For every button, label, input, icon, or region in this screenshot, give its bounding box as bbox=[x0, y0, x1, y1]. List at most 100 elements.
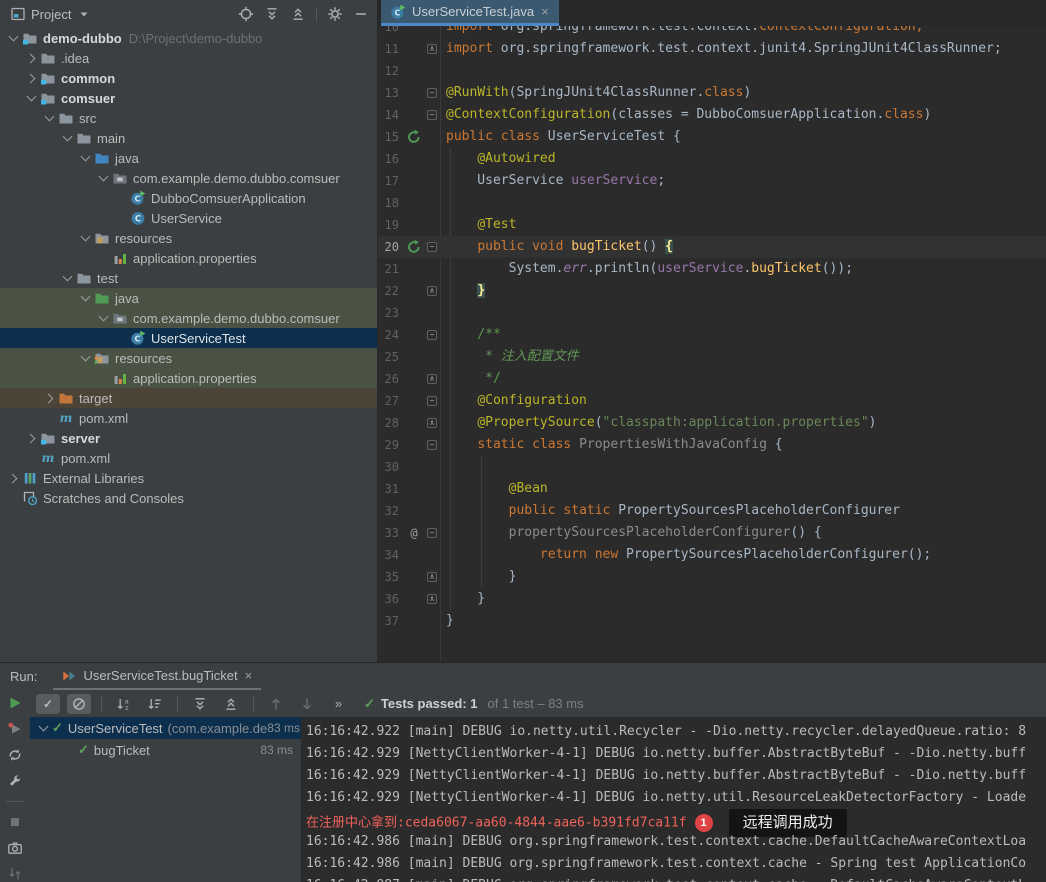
code-line-16[interactable]: 16 @Autowired bbox=[378, 148, 1046, 170]
fold-start-icon[interactable]: − bbox=[427, 88, 437, 98]
chevron-down-icon[interactable] bbox=[78, 350, 94, 366]
console-line[interactable]: 16:16:42.986 [main] DEBUG org.springfram… bbox=[306, 853, 1046, 875]
tree-item-pom-xml[interactable]: mpom.xml bbox=[0, 408, 377, 428]
tree-item-src[interactable]: src bbox=[0, 108, 377, 128]
code-line-13[interactable]: 13 − @RunWith(SpringJUnit4ClassRunner.cl… bbox=[378, 82, 1046, 104]
close-icon[interactable]: × bbox=[540, 4, 550, 19]
next-failed-test-button[interactable] bbox=[295, 694, 319, 714]
run-test-icon[interactable] bbox=[406, 129, 422, 145]
tree-item-java[interactable]: java bbox=[0, 148, 377, 168]
tree-item-application-properties[interactable]: application.properties bbox=[0, 368, 377, 388]
import-test-results-button[interactable] bbox=[7, 866, 23, 882]
code-line-34[interactable]: 34 return new PropertySourcesPlaceholder… bbox=[378, 544, 1046, 566]
code-line-32[interactable]: 32 public static PropertySourcesPlacehol… bbox=[378, 500, 1046, 522]
code-line-37[interactable]: 37 } bbox=[378, 610, 1046, 632]
code-line-14[interactable]: 14 − @ContextConfiguration(classes = Dub… bbox=[378, 104, 1046, 126]
code-line-30[interactable]: 30 bbox=[378, 456, 1046, 478]
chevron-down-icon[interactable] bbox=[96, 170, 112, 186]
chevron-right-icon[interactable] bbox=[6, 470, 22, 486]
expand-all-button[interactable] bbox=[264, 6, 280, 22]
code-line-15[interactable]: 15 public class UserServiceTest { bbox=[378, 126, 1046, 148]
console-line[interactable]: 16:16:42.929 [NettyClientWorker-4-1] DEB… bbox=[306, 787, 1046, 809]
fold-end-icon[interactable]: ∧ bbox=[427, 286, 437, 296]
dropdown-arrow-icon[interactable] bbox=[76, 6, 92, 22]
notification-badge[interactable]: 1 bbox=[695, 814, 713, 832]
code-line-24[interactable]: 24 − /** bbox=[378, 324, 1046, 346]
code-line-18[interactable]: 18 bbox=[378, 192, 1046, 214]
code-line-36[interactable]: 36 ∧ } bbox=[378, 588, 1046, 610]
tree-item-resources[interactable]: resources bbox=[0, 228, 377, 248]
console-line[interactable]: 16:16:42.922 [main] DEBUG io.netty.util.… bbox=[306, 721, 1046, 743]
code-line-29[interactable]: 29 − static class PropertiesWithJavaConf… bbox=[378, 434, 1046, 456]
chevron-right-icon[interactable] bbox=[24, 430, 40, 446]
tree-item-main[interactable]: main bbox=[0, 128, 377, 148]
close-icon[interactable]: × bbox=[244, 668, 254, 683]
tree-item-scratches-and-consoles[interactable]: Scratches and Consoles bbox=[0, 488, 377, 508]
console-line[interactable]: 16:16:42.929 [NettyClientWorker-4-1] DEB… bbox=[306, 765, 1046, 787]
camera-button[interactable] bbox=[7, 840, 23, 856]
code-line-17[interactable]: 17 UserService userService; bbox=[378, 170, 1046, 192]
tree-item-demo-dubbo[interactable]: demo-dubboD:\Project\demo-dubbo bbox=[0, 28, 377, 48]
tree-item-comsuer[interactable]: comsuer bbox=[0, 88, 377, 108]
code-line-11[interactable]: 11 ∧ import org.springframework.test.con… bbox=[378, 38, 1046, 60]
fold-end-icon[interactable]: ∧ bbox=[427, 594, 437, 604]
rerun-failed-tests-button[interactable] bbox=[7, 721, 23, 737]
console-line[interactable]: 16:16:42.986 [main] DEBUG org.springfram… bbox=[306, 831, 1046, 853]
code-line-33[interactable]: 33 @ − propertySourcesPlaceholderConfigu… bbox=[378, 522, 1046, 544]
tree-item-idea[interactable]: .idea bbox=[0, 48, 377, 68]
fold-end-icon[interactable]: ∧ bbox=[427, 572, 437, 582]
project-panel-title[interactable]: Project bbox=[31, 7, 71, 22]
stop-button[interactable] bbox=[7, 814, 23, 830]
fold-start-icon[interactable]: − bbox=[427, 242, 437, 252]
sort-by-duration-button[interactable] bbox=[143, 694, 167, 714]
collapse-all-button[interactable] bbox=[290, 6, 306, 22]
editor-tab[interactable]: C UserServiceTest.java × bbox=[381, 0, 559, 26]
chevron-down-icon[interactable] bbox=[60, 270, 76, 286]
previous-failed-test-button[interactable] bbox=[264, 694, 288, 714]
tree-item-userservice[interactable]: CUserService bbox=[0, 208, 377, 228]
sort-alphabetically-button[interactable]: az bbox=[112, 694, 136, 714]
chevron-down-icon[interactable] bbox=[78, 150, 94, 166]
tree-item-com-example-demo-dubbo-comsuer[interactable]: com.example.demo.dubbo.comsuer bbox=[0, 168, 377, 188]
tree-item-server[interactable]: server bbox=[0, 428, 377, 448]
chevron-down-icon[interactable] bbox=[78, 230, 94, 246]
run-tab[interactable]: UserServiceTest.bugTicket × bbox=[53, 663, 261, 690]
code-line-23[interactable]: 23 bbox=[378, 302, 1046, 324]
fold-start-icon[interactable]: − bbox=[427, 440, 437, 450]
console-line[interactable]: 16:16:42.929 [NettyClientWorker-4-1] DEB… bbox=[306, 743, 1046, 765]
code-area[interactable]: 10 import org.springframework.test.conte… bbox=[378, 16, 1046, 632]
chevron-right-icon[interactable] bbox=[24, 70, 40, 86]
fold-start-icon[interactable]: − bbox=[427, 396, 437, 406]
settings-button[interactable] bbox=[327, 6, 343, 22]
collapse-all-button[interactable] bbox=[219, 694, 243, 714]
fold-end-icon[interactable]: ∧ bbox=[427, 374, 437, 384]
chevron-right-icon[interactable] bbox=[42, 390, 58, 406]
code-line-22[interactable]: 22 ∧ } bbox=[378, 280, 1046, 302]
chevron-down-icon[interactable] bbox=[24, 90, 40, 106]
fold-start-icon[interactable]: − bbox=[427, 528, 437, 538]
more-actions-button[interactable]: » bbox=[326, 694, 350, 714]
fold-end-icon[interactable]: ∧ bbox=[427, 44, 437, 54]
tree-item-dubbocomsuerapplication[interactable]: CDubboComsuerApplication bbox=[0, 188, 377, 208]
chevron-down-icon[interactable] bbox=[60, 130, 76, 146]
toggle-auto-test-button[interactable] bbox=[7, 747, 23, 763]
show-ignored-toggle[interactable] bbox=[67, 694, 91, 714]
tree-item-common[interactable]: common bbox=[0, 68, 377, 88]
code-line-25[interactable]: 25 * 注入配置文件 bbox=[378, 346, 1046, 368]
code-line-35[interactable]: 35 ∧ } bbox=[378, 566, 1046, 588]
fold-start-icon[interactable]: − bbox=[427, 330, 437, 340]
tree-item-userservicetest[interactable]: CUserServiceTest bbox=[0, 328, 377, 348]
tree-item-external-libraries[interactable]: External Libraries bbox=[0, 468, 377, 488]
code-line-12[interactable]: 12 bbox=[378, 60, 1046, 82]
console[interactable]: 16:16:42.922 [main] DEBUG io.netty.util.… bbox=[301, 717, 1046, 882]
rerun-tests-button[interactable] bbox=[7, 695, 23, 711]
tree-item-com-example-demo-dubbo-comsuer[interactable]: com.example.demo.dubbo.comsuer bbox=[0, 308, 377, 328]
locate-file-button[interactable] bbox=[238, 6, 254, 22]
code-line-26[interactable]: 26 ∧ */ bbox=[378, 368, 1046, 390]
run-test-icon[interactable] bbox=[406, 239, 422, 255]
fold-end-icon[interactable]: ∧ bbox=[427, 418, 437, 428]
code-line-27[interactable]: 27 − @Configuration bbox=[378, 390, 1046, 412]
test-result-bugticket[interactable]: ✓ bugTicket 83 ms bbox=[30, 739, 301, 761]
code-line-19[interactable]: 19 @Test bbox=[378, 214, 1046, 236]
tree-item-resources[interactable]: resources bbox=[0, 348, 377, 368]
